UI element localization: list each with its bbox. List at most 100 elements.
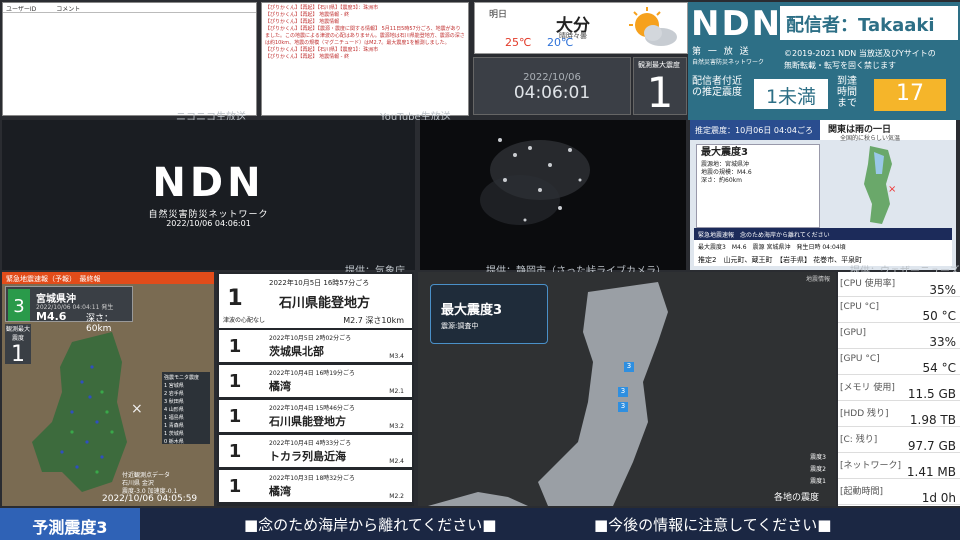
log-line: 【ぴりかくん】【再起】 地震情報 - 終 — [265, 12, 350, 18]
list-item[interactable]: 1 2022年10月4日 4時33分ごろ トカラ列島近海 M2.4 — [219, 435, 412, 467]
event-date: 2022年10月5日 2時02分ごろ — [269, 335, 352, 342]
eew-magnitude: M4.6 — [36, 310, 67, 323]
stat-label: [CPU 使用率] — [840, 279, 896, 289]
svg-text:×: × — [888, 184, 896, 195]
stat-value: 1.41 MB — [906, 465, 956, 479]
weathernews-bulletin: 推定震度：10月06日 04:04ごろ 関東は雨の一日 全国的に秋らしい気温 最… — [690, 120, 956, 270]
event-place: 石川県能登地方 — [269, 415, 346, 428]
map-legend-item: 震度2 — [810, 466, 826, 473]
event-intensity: 1 — [227, 286, 243, 311]
live-camera-panel — [420, 120, 686, 270]
earthquake-history-list: 1 2022年10月5日 16時57分ごろ 石川県能登地方 津波の心配なし M2… — [217, 272, 414, 506]
ndn-header: NDN 配信者：Takaaki 第 一 放 送 自然災害防災ネットワーク ©20… — [688, 2, 960, 120]
arrival-countdown: 17 — [874, 79, 946, 111]
stat-value: 54 °C — [922, 361, 956, 375]
legend-item: 3 秋田県 — [164, 399, 184, 405]
log-line: 【ぴりかくん】【再起】 地震情報 - 終 — [265, 54, 350, 60]
estimated-intensity-value: 1未満 — [754, 79, 828, 109]
stat-label: [HDD 残り] — [840, 409, 889, 419]
comment-panel: ユーザーID コメント — [2, 2, 257, 116]
legend-item: 1 茨城県 — [164, 431, 184, 437]
ndn-video-panel: NDN 自然災害防災ネットワーク 2022/10/06 04:06:01 — [2, 120, 415, 270]
stat-value: 1d 0h — [921, 491, 956, 505]
event-intensity: 1 — [228, 336, 242, 357]
night-city-image — [420, 120, 686, 270]
stat-row: [HDD 残り] 1.98 TB — [838, 404, 960, 427]
eew-depth: 深さ：60km — [86, 314, 114, 334]
stat-row: [GPU] 33% — [838, 326, 960, 349]
stat-value: 11.5 GB — [907, 387, 956, 401]
max-intensity-panel: 観測最大震度 1 — [633, 57, 687, 117]
bulletin-epicenter: 震源地：宮城県沖 — [701, 161, 750, 168]
clock-panel: 2022/10/06 04:06:01 — [473, 57, 631, 115]
eew-info-box: 3 宮城県沖 2022/10/06 04:04:11 発生 M4.6 深さ：60… — [5, 286, 133, 334]
bulletin-estimate-title: 推定震度：10月06日 04:04ごろ — [690, 120, 820, 140]
event-date: 2022年10月3日 18時32分ごろ — [269, 475, 355, 482]
bot-log-panel: 【ぴりかくん】【再起】【石川県】【震度3】：珠洲市 【ぴりかくん】【再起】 地震… — [261, 2, 469, 116]
eew-intensity: 3 — [8, 289, 30, 321]
video-logo: NDN — [152, 160, 265, 206]
col-user: ユーザーID — [6, 6, 37, 13]
copyright-line: 無断転載・転写を固く禁じます — [784, 61, 896, 70]
weather-day: 明日 — [489, 10, 508, 20]
event-intensity: 1 — [228, 371, 242, 392]
event-date: 2022年10月5日 16時57分ごろ — [269, 279, 370, 287]
bulletin-magnitude: 地震の規模：M4.6 — [701, 169, 752, 176]
col-comment: コメント — [56, 6, 81, 13]
stat-label: [GPU °C] — [840, 354, 880, 364]
stat-row: [CPU °C] 50 °C — [838, 300, 960, 323]
ticker-label: 予測震度3 — [0, 508, 140, 540]
stat-label: [C: 残り] — [840, 435, 878, 445]
log-line: 【ぴりかくん】【再起】【石川県】【震度1】：珠洲市 — [265, 47, 379, 53]
stat-row: [メモリ 使用] 11.5 GB — [838, 378, 960, 401]
eew-map-panel: × 緊急地震速報（予報） 最終報 3 宮城県沖 2022/10/06 04:04… — [2, 272, 214, 506]
legend-item: 強震モニタ震度 — [164, 375, 200, 381]
map-legend-item: 震度3 — [810, 454, 826, 461]
max-intensity-value: 1 — [646, 68, 674, 117]
stat-value: 50 °C — [922, 309, 956, 323]
event-intensity: 1 — [228, 476, 242, 497]
copyright-line: ©2019-2021 NDN 当放送及びYサイトの — [784, 49, 936, 58]
legend-item: 1 青森県 — [164, 423, 184, 429]
list-item[interactable]: 1 2022年10月3日 18時32分ごろ 橘湾 M2.2 — [219, 470, 412, 502]
map-max-intensity: 最大震度3 — [441, 303, 503, 318]
stat-value: 1.98 TB — [909, 413, 956, 427]
japan-minimap: × — [864, 146, 896, 224]
map-legend: 震度3 震度2 震度1 — [810, 452, 826, 488]
bottom-ticker: 予測震度3 ■念のため海岸から離れてください■ ■今後の情報に注意してください■ — [0, 508, 960, 540]
event-place: 橘湾 — [269, 380, 291, 393]
video-timestamp: 2022/10/06 04:06:01 — [166, 219, 251, 228]
list-item[interactable]: 1 2022年10月5日 16時57分ごろ 石川県能登地方 津波の心配なし M2… — [219, 274, 412, 328]
list-item[interactable]: 1 2022年10月4日 16時19分ごろ 橘湾 M2.1 — [219, 365, 412, 397]
eew-header: 緊急地震速報（予報） 最終報 — [2, 272, 214, 284]
eew-observed-label: 観測最大震度 — [5, 326, 30, 342]
map-footer: 各地の震度 — [774, 493, 820, 503]
network-name: 自然災害防災ネットワーク — [692, 59, 765, 66]
log-line: 【ぴりかくん】【再起】 地震情報 — [265, 19, 340, 25]
map-marker: 3 — [624, 362, 634, 372]
caster-name: 配信者：Takaaki — [780, 6, 958, 40]
bulletin-max-intensity: 最大震度3 — [701, 147, 748, 158]
bulletin-info-bar: 最大震度3 M4.6 震源 宮城県沖 発生日時 04:04頃 — [694, 240, 952, 252]
map-marker: 3 — [618, 387, 628, 397]
weather-low: 20℃ — [547, 36, 574, 49]
event-date: 2022年10月4日 4時33分ごろ — [269, 440, 352, 447]
map-marker: 3 — [618, 402, 628, 412]
stat-value: 33% — [929, 335, 956, 349]
stat-label: [GPU] — [840, 328, 867, 338]
list-item[interactable]: 1 2022年10月5日 2時02分ごろ 茨城県北部 M3.4 — [219, 330, 412, 362]
log-line: 【ぴりかくん】【再起】【石川県】【震度3】：珠洲市 — [265, 5, 379, 11]
legend-item: 1 福島県 — [164, 415, 184, 421]
event-tsunami-note: 津波の心配なし — [223, 317, 266, 324]
bulletin-quake-card: 最大震度3 震源地：宮城県沖 地震の規模：M4.6 深さ：約60km — [696, 144, 820, 228]
list-item[interactable]: 1 2022年10月4日 15時46分ごろ 石川県能登地方 M3.2 — [219, 400, 412, 432]
legend-item: 0 栃木県 — [164, 439, 184, 445]
system-stats-panel: [CPU 使用率] 35% [CPU °C] 50 °C [GPU] 33% [GPU… — [838, 272, 960, 506]
stat-label: [CPU °C] — [840, 302, 879, 312]
legend-item: 1 宮城県 — [164, 383, 184, 389]
event-intensity: 1 — [228, 406, 242, 427]
event-place: トカラ列島近海 — [269, 450, 346, 463]
arrival-time-label: 到達時間まで — [837, 76, 857, 109]
estimated-intensity-label: 配信者付近の推定震度 — [692, 76, 742, 98]
stat-row: [GPU °C] 54 °C — [838, 352, 960, 375]
